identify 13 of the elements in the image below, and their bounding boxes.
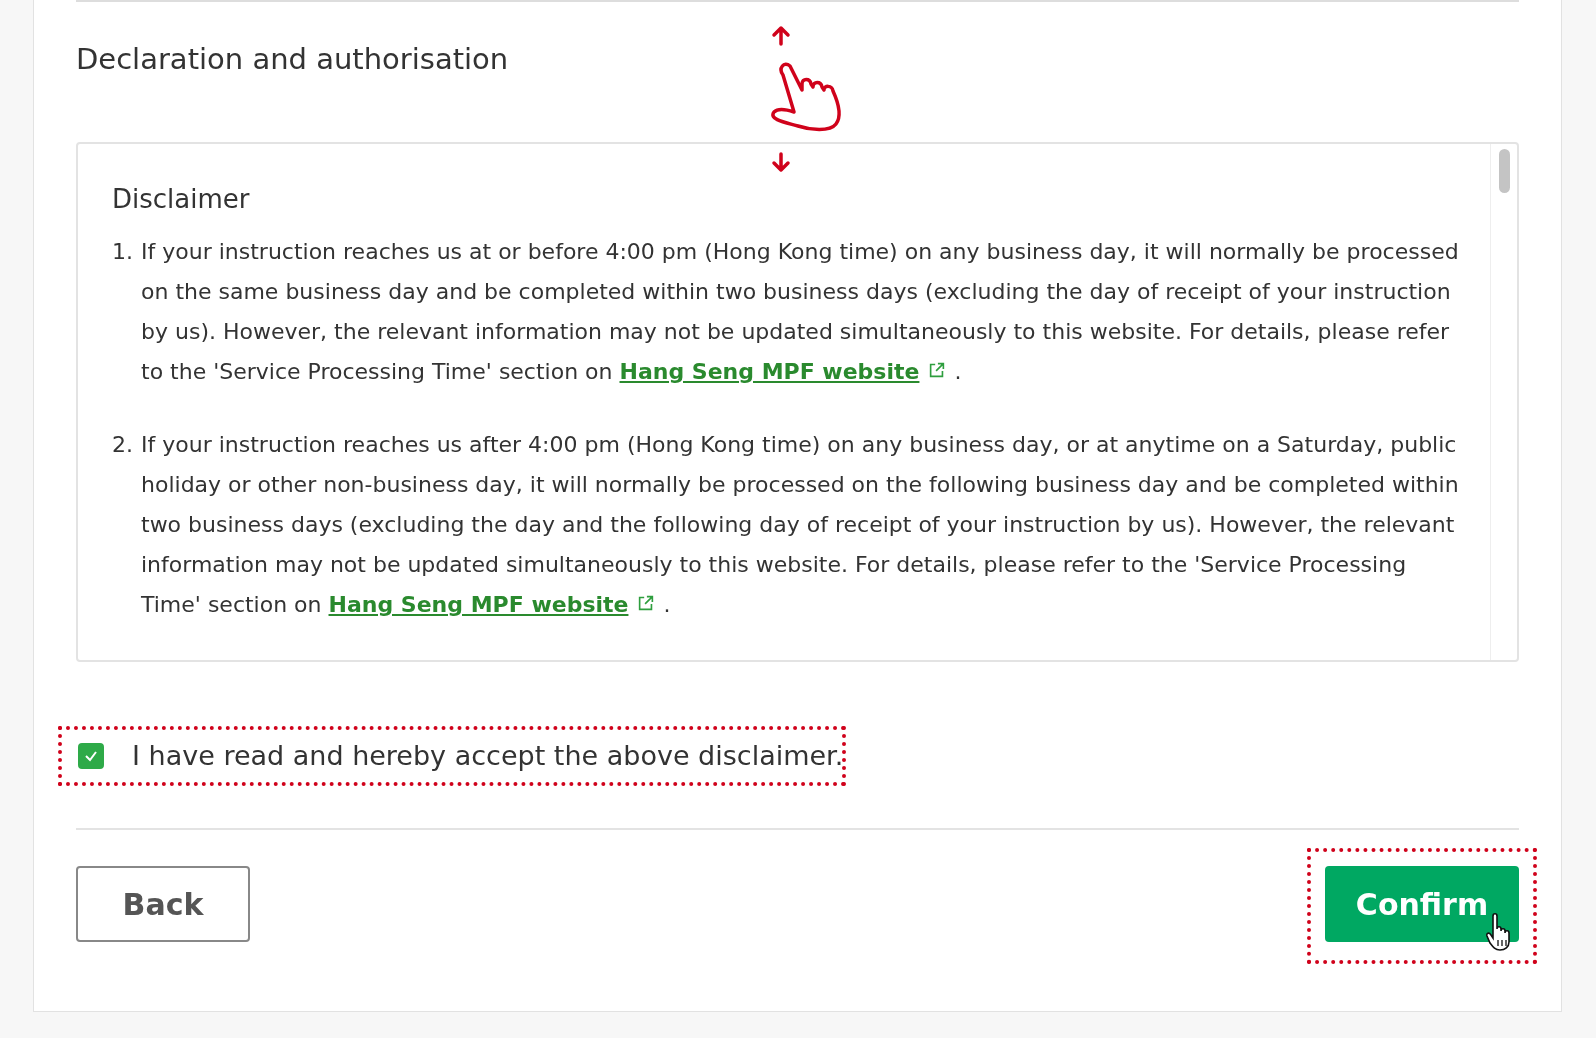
confirm-button[interactable]: Confirm [1325, 866, 1519, 942]
back-button[interactable]: Back [76, 866, 250, 942]
list-number: 2. [112, 431, 134, 459]
disclaimer-title: Disclaimer [112, 184, 251, 214]
checkbox-label[interactable]: I have read and hereby accept the above disclaimer. [132, 740, 844, 771]
website-link[interactable]: Hang Seng MPF website [328, 592, 629, 617]
section-title: Declaration and authorisation [76, 42, 510, 76]
disclaimer-paragraph: If your instruction reaches us after 4:00 pm (Hong Kong time) on any business day, or at anytime on a Saturday, public holiday or other non-business day, it will normally be processed on the following business day and be completed within two business days (excluding the day and the following day of receipt of your instruction by us). However, the relevant information may not be updated simultaneously to this website. For details, please refer to the 'Service Processing Time' section on Hang Seng MPF website . [141, 431, 1460, 619]
scrollbar-thumb[interactable] [1498, 149, 1510, 193]
disclaimer-paragraph: If your instruction reaches us at or before 4:00 pm (Hong Kong time) on any business day, it will normally be processed on the same business day and be completed within two business days (excluding the day of receipt of your instruction by us). However, the relevant information may not be updated simultaneously to this website. For details, please refer to the 'Service Processing Time' section on Hang Seng MPF website . [141, 238, 1460, 386]
list-number: 1. [112, 238, 134, 266]
website-link[interactable]: Hang Seng MPF website [619, 359, 920, 384]
checkbox[interactable] [78, 742, 104, 769]
